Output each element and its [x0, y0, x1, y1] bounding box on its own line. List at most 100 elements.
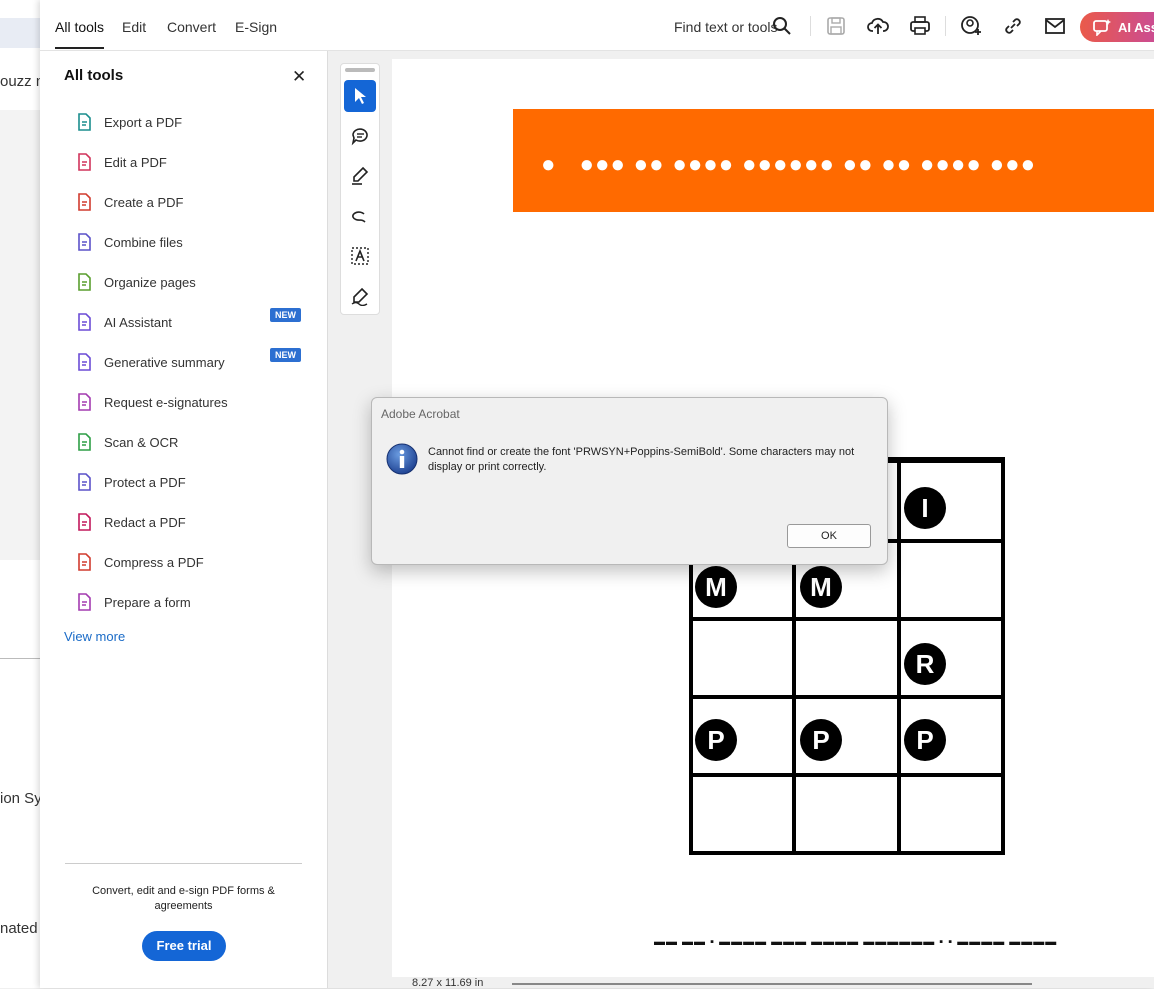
- finger-marker: I: [904, 487, 946, 529]
- background-divider: [0, 658, 40, 659]
- tool-item-label: Edit a PDF: [104, 155, 167, 170]
- pen-icon: [352, 166, 369, 185]
- tool-item[interactable]: Organize pages: [60, 268, 310, 300]
- free-trial-button[interactable]: Free trial: [142, 931, 226, 961]
- toolbar-divider: [810, 16, 811, 36]
- tool-item[interactable]: Combine files: [60, 228, 310, 260]
- tool-item-label: Organize pages: [104, 275, 196, 290]
- save-icon[interactable]: [825, 15, 847, 37]
- compress-pdf-icon: [78, 553, 91, 571]
- ai-assistant-label: AI Ass: [1118, 20, 1154, 35]
- background-panel: [0, 110, 40, 560]
- new-badge: NEW: [270, 348, 301, 362]
- close-icon[interactable]: ✕: [292, 67, 306, 87]
- export-pdf-icon: [78, 113, 91, 131]
- ai-assistant-icon: [78, 313, 91, 331]
- text-tool[interactable]: [344, 240, 376, 272]
- all-tools-panel: All tools ✕ Export a PDF Edit a PDF Create…: [40, 51, 328, 988]
- ok-button[interactable]: OK: [787, 524, 871, 548]
- dialog-title: Adobe Acrobat: [381, 407, 460, 421]
- tool-item-label: Combine files: [104, 235, 183, 250]
- scan-ocr-icon: [78, 433, 91, 451]
- tool-item[interactable]: Create a PDF: [60, 188, 310, 220]
- comment-tool[interactable]: [344, 120, 376, 152]
- background-window: ouzz m ion Syr nated: [0, 0, 40, 988]
- font-warning-dialog: Adobe Acrobat Cannot find or create the …: [371, 397, 888, 565]
- tool-item-label: Redact a PDF: [104, 515, 186, 530]
- ai-assistant-icon: [1093, 19, 1111, 36]
- print-icon[interactable]: [909, 15, 931, 37]
- unrendered-glyphs: ▬▬ ▬▬ ▪ ▬▬▬▬ ▬▬▬ ▬▬▬▬ ▬▬▬▬▬▬ ▪ ▪ ▬▬▬▬ ▬▬…: [654, 936, 1058, 948]
- search-icon[interactable]: [771, 15, 793, 37]
- unrendered-glyphs: ● ●●● ●● ●●●● ●●●●●● ●● ●● ●●●● ●●●: [541, 151, 1037, 178]
- page-banner: ● ●●● ●● ●●●● ●●●●●● ●● ●● ●●●● ●●●: [513, 109, 1154, 212]
- dialog-message: Cannot find or create the font 'PRWSYN+P…: [428, 446, 855, 473]
- protect-pdf-icon: [78, 473, 91, 491]
- tool-item[interactable]: Prepare a form: [60, 588, 310, 620]
- create-pdf-icon: [78, 193, 91, 211]
- panel-divider: [65, 863, 302, 864]
- tool-item[interactable]: Scan & OCR: [60, 428, 310, 460]
- tab-edit[interactable]: Edit: [122, 19, 146, 35]
- sign-tool[interactable]: [344, 280, 376, 312]
- toolbar-divider: [945, 16, 946, 36]
- tool-item-label: Scan & OCR: [104, 435, 179, 450]
- signature-pen-icon: [351, 287, 369, 306]
- select-tool[interactable]: [344, 80, 376, 112]
- edit-pdf-icon: [78, 153, 91, 171]
- tab-all-tools[interactable]: All tools: [55, 19, 105, 49]
- mail-icon[interactable]: [1044, 15, 1066, 37]
- tool-item[interactable]: Export a PDF: [60, 108, 310, 140]
- quick-tools-bar: [340, 63, 380, 315]
- tool-item[interactable]: AI Assistant NEW: [60, 308, 310, 340]
- cloud-upload-icon[interactable]: [867, 15, 889, 37]
- finger-marker: P: [904, 719, 946, 761]
- ai-assistant-button[interactable]: AI Ass: [1080, 12, 1154, 42]
- lasso-icon: [352, 211, 366, 223]
- finger-marker: M: [800, 566, 842, 608]
- prepare-form-icon: [78, 593, 91, 611]
- tool-item[interactable]: Request e-signatures: [60, 388, 310, 420]
- text-box-icon: [351, 247, 369, 265]
- status-bar: 8.27 x 11.69 in: [392, 977, 1154, 989]
- cursor-icon: [355, 88, 366, 104]
- top-toolbar: All tools Edit Convert E-Sign Find text …: [40, 0, 1154, 51]
- view-more-link[interactable]: View more: [64, 629, 125, 644]
- tool-item-label: Export a PDF: [104, 115, 183, 130]
- tool-item[interactable]: Edit a PDF: [60, 148, 310, 180]
- tool-item-label: Generative summary: [104, 355, 225, 370]
- info-icon: [386, 443, 418, 475]
- finger-marker: P: [695, 719, 737, 761]
- comment-icon: [351, 128, 368, 146]
- tool-item-label: Prepare a form: [104, 595, 191, 610]
- horizontal-scrollbar[interactable]: [512, 983, 1032, 985]
- tool-item-label: Compress a PDF: [104, 555, 204, 570]
- redact-pdf-icon: [78, 513, 91, 531]
- background-tab: [0, 18, 40, 48]
- background-text: ion Syr: [0, 790, 40, 807]
- tool-item[interactable]: Redact a PDF: [60, 508, 310, 540]
- organize-pages-icon: [78, 273, 91, 291]
- draw-tool[interactable]: [344, 200, 376, 232]
- toolbar-grip[interactable]: [345, 68, 375, 72]
- finger-marker: R: [904, 643, 946, 685]
- tool-item[interactable]: Protect a PDF: [60, 468, 310, 500]
- tool-item-label: AI Assistant: [104, 315, 172, 330]
- tool-item[interactable]: Compress a PDF: [60, 548, 310, 580]
- link-icon[interactable]: [1002, 15, 1024, 37]
- find-text-or-tools[interactable]: Find text or tools: [674, 19, 778, 35]
- generative-summary-icon: [78, 353, 91, 371]
- highlight-tool[interactable]: [344, 160, 376, 192]
- page-size-label: 8.27 x 11.69 in: [412, 977, 484, 989]
- tool-item-label: Request e-signatures: [104, 395, 228, 410]
- tab-e-sign[interactable]: E-Sign: [235, 19, 277, 35]
- combine-files-icon: [78, 233, 91, 251]
- request-esign-icon: [78, 393, 91, 411]
- tab-convert[interactable]: Convert: [167, 19, 216, 35]
- background-text: ouzz m: [0, 73, 40, 90]
- tool-item[interactable]: Generative summary NEW: [60, 348, 310, 380]
- finger-marker: P: [800, 719, 842, 761]
- finger-marker: M: [695, 566, 737, 608]
- share-user-icon[interactable]: [960, 15, 982, 37]
- new-badge: NEW: [270, 308, 301, 322]
